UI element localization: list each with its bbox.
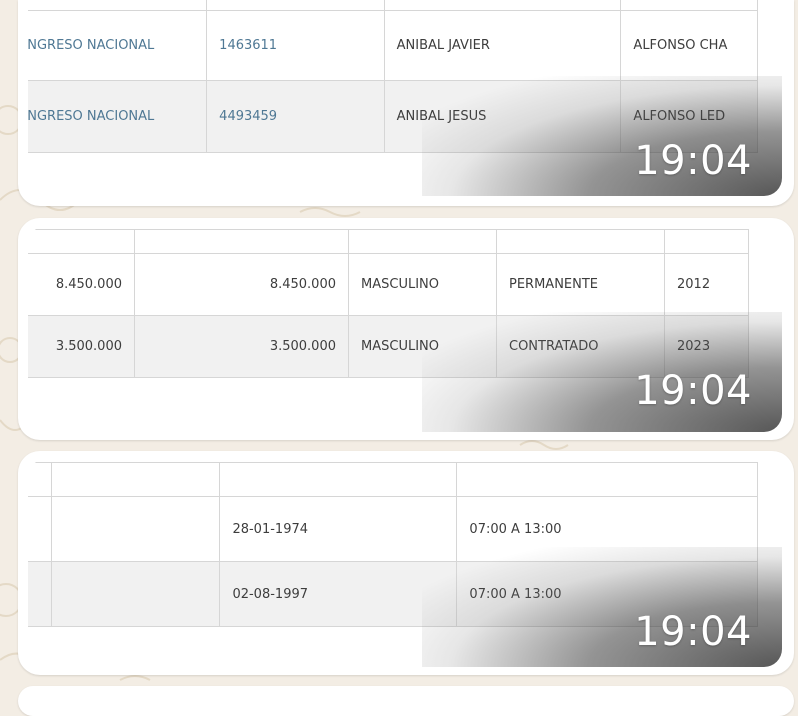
table-cell	[50, 561, 221, 627]
table-cell: ANIBAL JESUS	[383, 80, 622, 153]
screenshot-image-2[interactable]: 8.450.000 8.450.000 MASCULINO PERMANENTE…	[28, 226, 782, 432]
table-cell	[28, 561, 52, 627]
data-table-1: ONGRESO NACIONAL 1463611 ANIBAL JAVIER A…	[28, 0, 758, 153]
table-row: 8.450.000 8.450.000 MASCULINO PERMANENTE…	[28, 253, 749, 316]
table-cell: ONGRESO NACIONAL	[28, 80, 208, 153]
table-cell	[664, 229, 749, 254]
image-message-3[interactable]: 28-01-1974 07:00 A 13:00 02-08-1997 07:0…	[18, 451, 794, 675]
table-cell: MASCULINO	[348, 315, 497, 378]
table-row: 28-01-1974 07:00 A 13:00	[28, 496, 758, 562]
table-cell	[50, 496, 221, 562]
table-cell	[219, 462, 458, 497]
table-cell: 2012	[664, 253, 749, 316]
table-cell	[496, 229, 665, 254]
data-table-2: 8.450.000 8.450.000 MASCULINO PERMANENTE…	[28, 229, 749, 378]
screenshot-image-1[interactable]: ONGRESO NACIONAL 1463611 ANIBAL JAVIER A…	[28, 0, 782, 196]
table-cell: 3.500.000	[28, 315, 135, 378]
table-cell	[348, 229, 497, 254]
table-cell: MASCULINO	[348, 253, 497, 316]
table-cell: 8.450.000	[28, 253, 135, 316]
table-row: ONGRESO NACIONAL 1463611 ANIBAL JAVIER A…	[28, 10, 758, 81]
table-cell	[28, 496, 52, 562]
table-cell: 02-08-1997	[219, 561, 458, 627]
message-time: 19:04	[634, 368, 752, 414]
table-cell	[456, 462, 758, 497]
table-cell	[383, 0, 622, 11]
table-cell: PERMANENTE	[496, 253, 665, 316]
table-cell	[50, 462, 221, 497]
table-cell: 4493459	[206, 80, 385, 153]
table-cell: 3.500.000	[134, 315, 349, 378]
screenshot-image-3[interactable]: 28-01-1974 07:00 A 13:00 02-08-1997 07:0…	[28, 459, 782, 667]
image-message-1[interactable]: ONGRESO NACIONAL 1463611 ANIBAL JAVIER A…	[18, 0, 794, 206]
table-cell	[28, 229, 135, 254]
table-cell: 07:00 A 13:00	[456, 496, 758, 562]
table-cell: ONGRESO NACIONAL	[28, 10, 208, 81]
message-time: 19:04	[634, 609, 752, 655]
table-cell: ANIBAL JAVIER	[383, 10, 622, 81]
table-cell	[28, 0, 208, 11]
table-cell: 28-01-1974	[219, 496, 458, 562]
image-message-4[interactable]	[18, 686, 794, 716]
image-message-2[interactable]: 8.450.000 8.450.000 MASCULINO PERMANENTE…	[18, 218, 794, 440]
table-cell	[134, 229, 349, 254]
table-cell	[620, 0, 758, 11]
table-cell	[28, 462, 52, 497]
table-cell: 8.450.000	[134, 253, 349, 316]
message-time: 19:04	[634, 138, 752, 184]
table-cell	[206, 0, 385, 11]
table-cell: 1463611	[206, 10, 385, 81]
data-table-3: 28-01-1974 07:00 A 13:00 02-08-1997 07:0…	[28, 462, 758, 627]
table-cell: ALFONSO CHA	[620, 10, 758, 81]
